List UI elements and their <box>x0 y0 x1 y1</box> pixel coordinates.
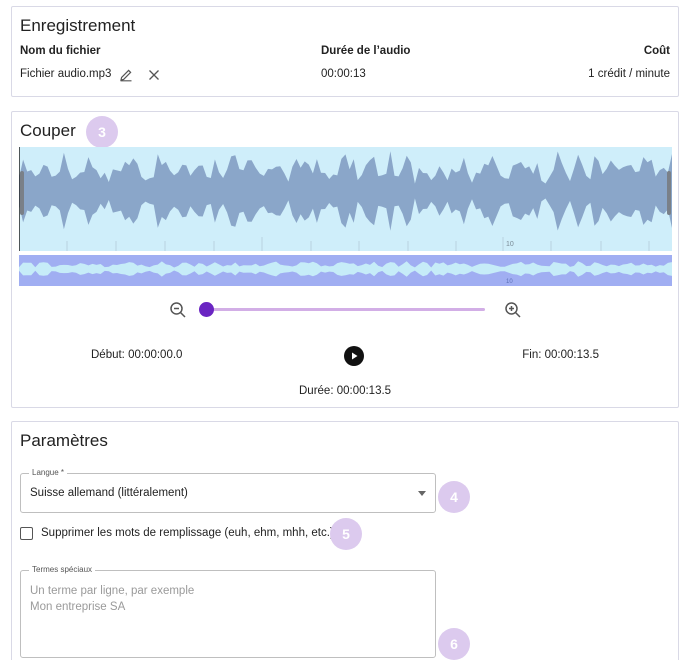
filename-column-header: Nom du fichier <box>20 45 101 57</box>
play-button[interactable] <box>344 346 364 366</box>
close-icon[interactable] <box>146 67 162 83</box>
zoom-slider-thumb[interactable] <box>199 302 214 317</box>
special-terms-placeholder-line2: Mon entreprise SA <box>30 601 126 613</box>
special-terms-label: Termes spéciaux <box>29 565 96 574</box>
duration-label: Durée: 00:00:13.5 <box>299 385 392 397</box>
duration-value: 00:00:13 <box>321 68 366 80</box>
language-label: Langue * <box>29 468 68 477</box>
play-icon <box>352 352 358 360</box>
filler-words-label[interactable]: Supprimer les mots de remplissage (euh, … <box>41 527 334 539</box>
step-badge-3: 3 <box>86 116 118 148</box>
overview-waveform-shape <box>19 261 672 277</box>
language-value: Suisse allemand (littéralement) <box>30 487 188 499</box>
step-badge-6: 6 <box>438 628 470 660</box>
recording-card: Enregistrement Nom du fichier Durée de l… <box>11 6 679 97</box>
settings-card: Paramètres Langue * Suisse allemand (lit… <box>11 421 679 660</box>
zoom-slider-track[interactable] <box>205 308 485 311</box>
duration-column-header: Durée de l’audio <box>321 45 411 57</box>
filename-value: Fichier audio.mp3 <box>20 68 112 80</box>
start-time-label: Début: 00:00:00.0 <box>91 349 183 361</box>
cost-value: 1 crédit / minute <box>588 68 670 80</box>
special-terms-textarea[interactable]: Termes spéciaux Un terme par ligne, par … <box>20 565 436 658</box>
zoom-out-icon[interactable] <box>168 300 188 320</box>
caret-down-icon <box>418 491 426 496</box>
end-time-label: Fin: 00:00:13.5 <box>522 349 599 361</box>
settings-title: Paramètres <box>20 431 108 450</box>
filler-words-checkbox[interactable] <box>20 527 33 540</box>
zoom-in-icon[interactable] <box>503 300 523 320</box>
step-badge-5: 5 <box>330 518 362 550</box>
overview-tick-label: 10 <box>506 279 513 285</box>
trim-handle-start[interactable] <box>20 171 24 215</box>
cut-card: Couper 3 10 10 Début: 00:00:00.0 Fin: 00… <box>11 111 679 408</box>
waveform[interactable]: 10 <box>19 147 672 251</box>
recording-title: Enregistrement <box>20 16 136 35</box>
language-select[interactable]: Langue * Suisse allemand (littéralement) <box>20 468 436 513</box>
waveform-tick-label: 10 <box>506 241 514 248</box>
overview-waveform[interactable]: 10 <box>19 255 672 286</box>
waveform-shape <box>19 151 672 231</box>
special-terms-placeholder-line1: Un terme par ligne, par exemple <box>30 585 195 597</box>
trim-handle-end[interactable] <box>667 171 671 215</box>
pencil-icon[interactable] <box>118 67 134 83</box>
cut-title: Couper <box>20 121 76 140</box>
step-badge-4: 4 <box>438 481 470 513</box>
cost-column-header: Coût <box>643 45 670 57</box>
